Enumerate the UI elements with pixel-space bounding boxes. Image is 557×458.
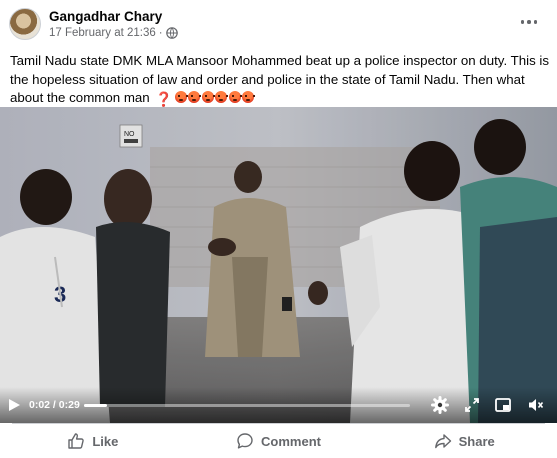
post-caption: Tamil Nadu state DMK MLA Mansoor Mohamme… bbox=[10, 52, 550, 109]
post-timestamp[interactable]: 17 February at 21:36 bbox=[49, 27, 156, 39]
video-player[interactable]: NO 3 bbox=[0, 107, 557, 423]
duration: 0:29 bbox=[58, 399, 80, 411]
angry-face-emoji bbox=[215, 91, 229, 103]
video-controls: 0:02 / 0:29 bbox=[0, 387, 557, 423]
current-time: 0:02 bbox=[29, 399, 51, 411]
post-header: Gangadhar Chary 17 February at 21:36 · bbox=[0, 0, 557, 48]
post-meta: 17 February at 21:36 · bbox=[49, 27, 178, 39]
fullscreen-icon[interactable] bbox=[463, 396, 481, 414]
comment-label: Comment bbox=[261, 433, 321, 449]
like-button[interactable]: Like bbox=[0, 424, 186, 458]
angry-face-emoji bbox=[188, 91, 202, 103]
time-separator: / bbox=[50, 399, 59, 411]
like-label: Like bbox=[92, 433, 119, 449]
like-icon bbox=[68, 433, 85, 449]
more-options-icon[interactable] bbox=[517, 12, 541, 32]
angry-face-emoji bbox=[201, 91, 215, 103]
globe-icon[interactable] bbox=[165, 27, 178, 39]
settings-icon[interactable] bbox=[431, 396, 449, 414]
angry-emojis bbox=[174, 90, 256, 109]
post-actions: Like Comment Share bbox=[0, 424, 557, 458]
angry-face-emoji bbox=[242, 91, 256, 103]
play-icon[interactable] bbox=[7, 398, 21, 412]
facebook-post: Gangadhar Chary 17 February at 21:36 · T… bbox=[0, 0, 557, 458]
share-label: Share bbox=[458, 433, 495, 449]
comment-button[interactable]: Comment bbox=[186, 424, 372, 458]
author-avatar[interactable] bbox=[9, 8, 41, 40]
video-time: 0:02 / 0:29 bbox=[29, 399, 80, 411]
picture-in-picture-icon[interactable] bbox=[494, 396, 512, 414]
share-icon bbox=[434, 434, 451, 449]
angry-face-emoji bbox=[228, 91, 242, 103]
share-button[interactable]: Share bbox=[371, 424, 557, 458]
progress-bar[interactable] bbox=[84, 404, 410, 407]
comment-icon bbox=[237, 433, 253, 449]
video-frame: NO 3 bbox=[0, 107, 557, 423]
volume-icon[interactable] bbox=[527, 396, 545, 414]
caption-emojis: ❓ bbox=[155, 90, 256, 109]
angry-face-emoji bbox=[174, 91, 188, 103]
progress-fill bbox=[84, 404, 107, 407]
meta-separator: · bbox=[158, 27, 163, 39]
question-emoji: ❓ bbox=[155, 91, 173, 107]
author-name[interactable]: Gangadhar Chary bbox=[49, 9, 162, 24]
caption-text: Tamil Nadu state DMK MLA Mansoor Mohamme… bbox=[10, 53, 550, 105]
